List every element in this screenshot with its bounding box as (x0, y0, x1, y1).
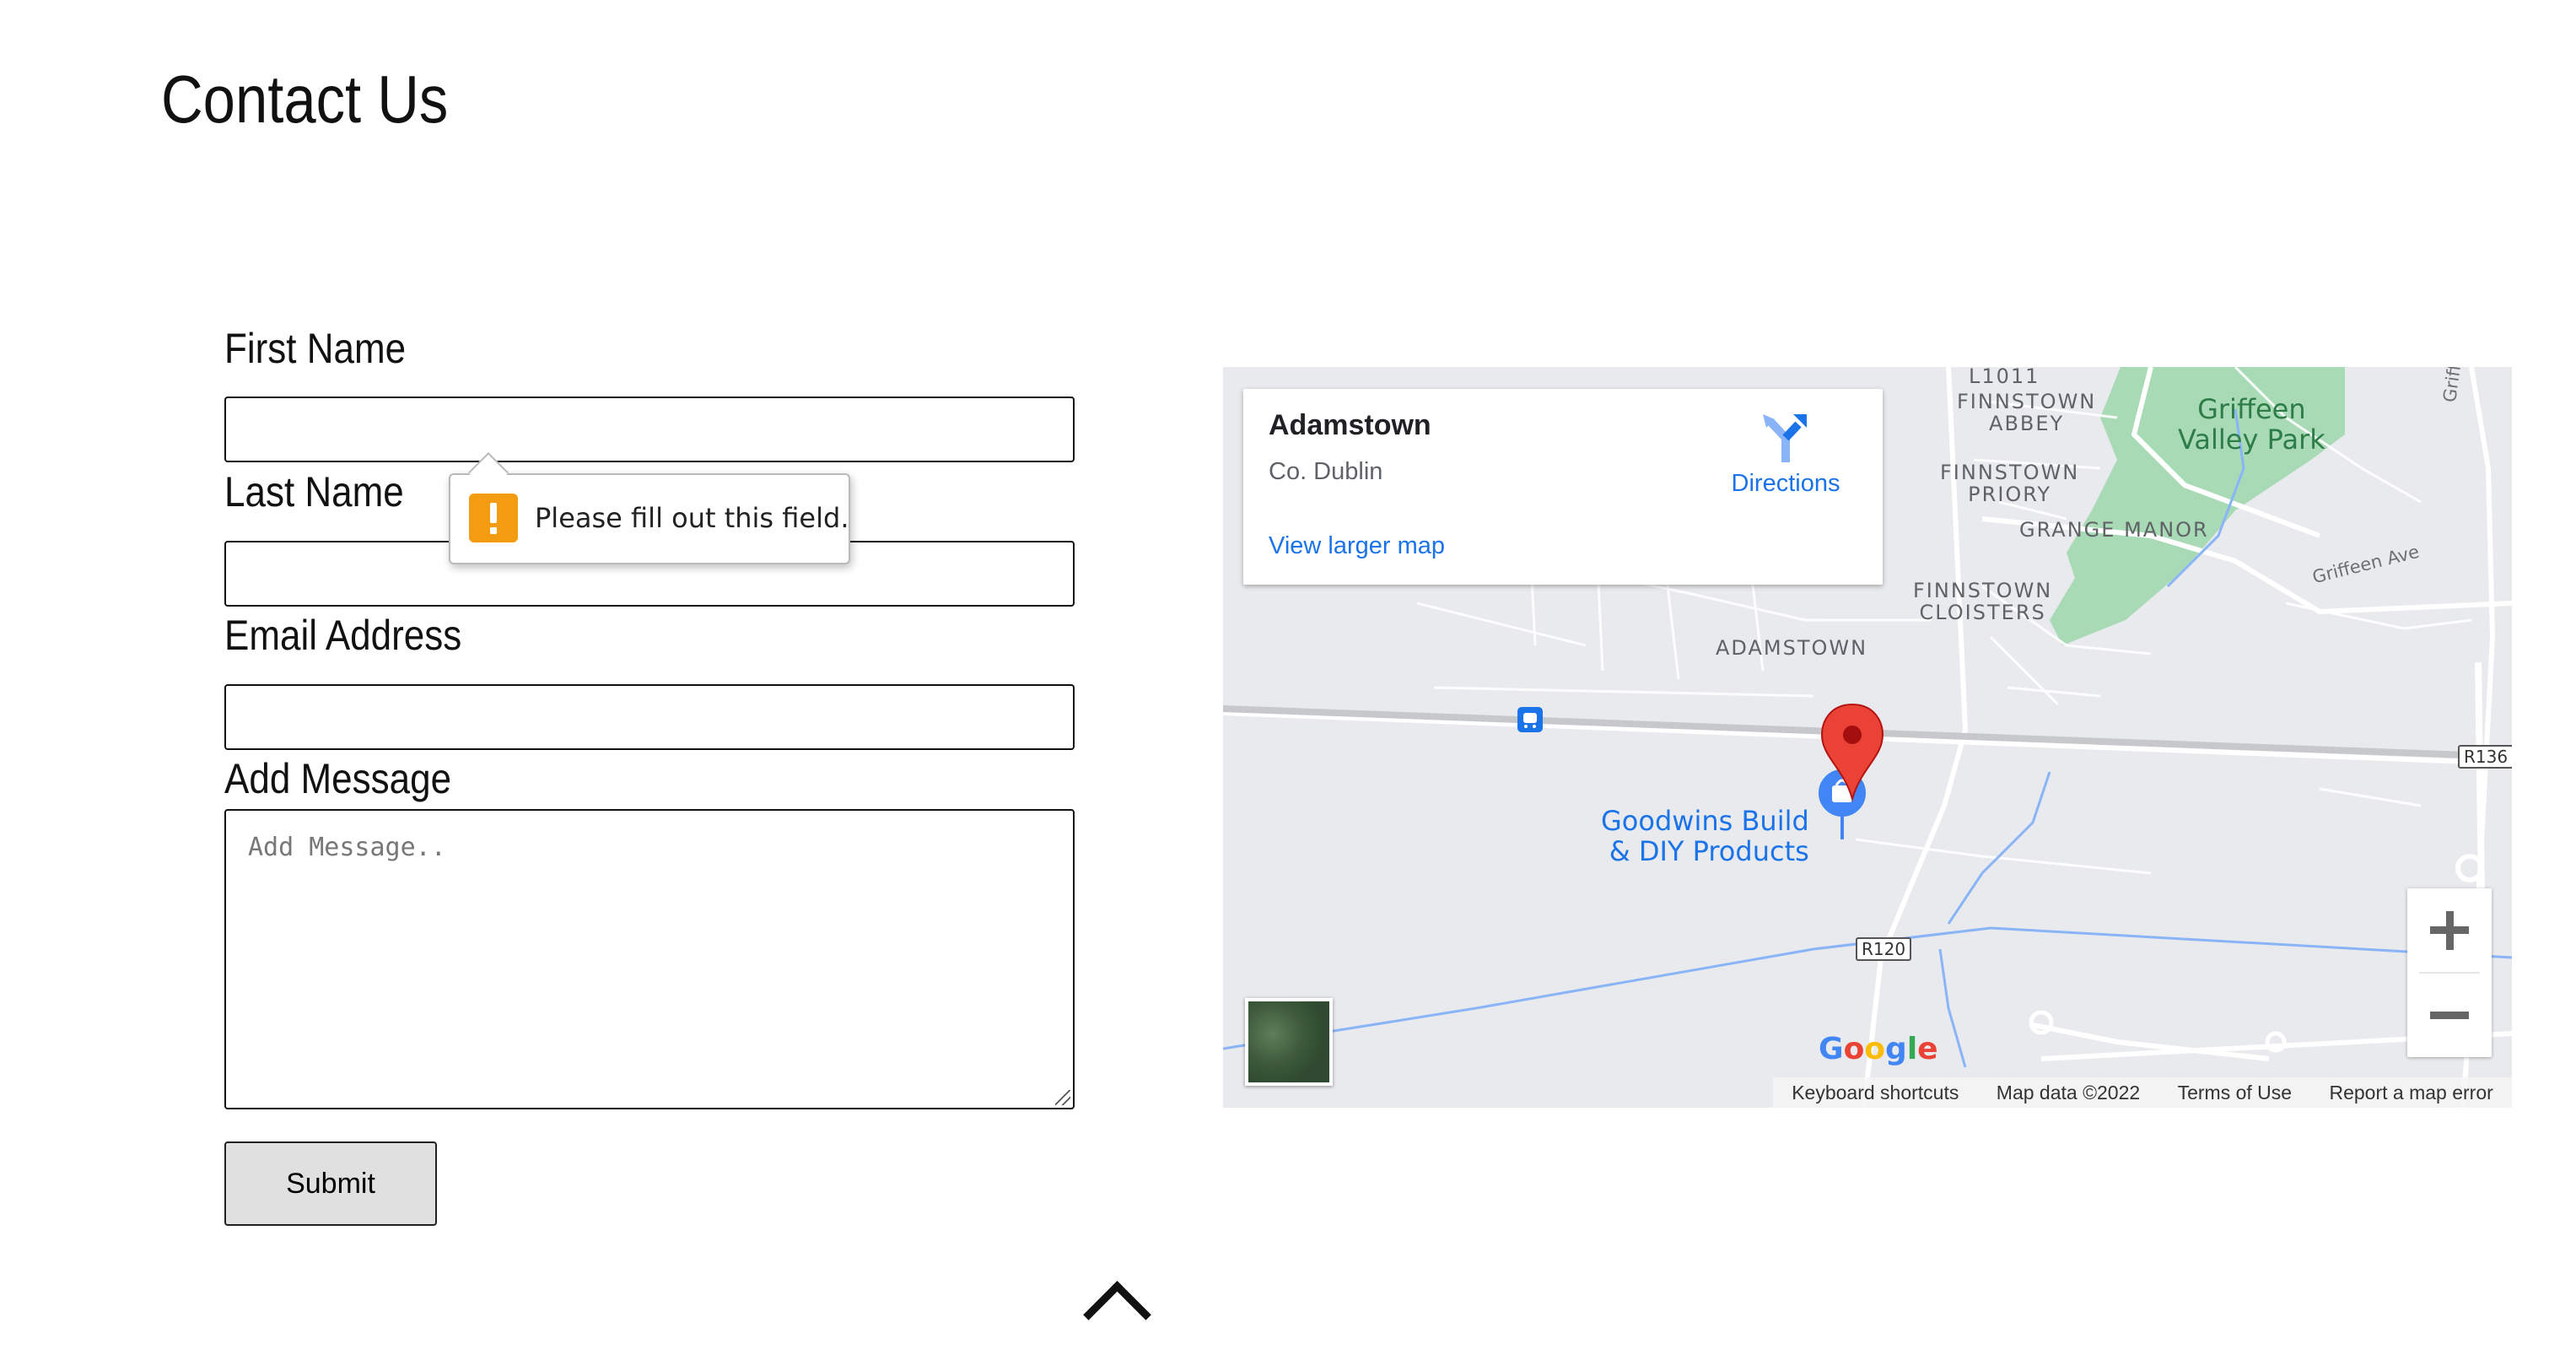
view-larger-map-link[interactable]: View larger map (1269, 532, 1445, 560)
map-area-label: FINNSTOWN CLOISTERS (1913, 579, 2053, 624)
submit-button[interactable]: Submit (224, 1141, 437, 1226)
google-logo: Google (1819, 1032, 1938, 1066)
last-name-label: Last Name (224, 468, 404, 515)
minus-icon (2430, 1012, 2469, 1019)
map-info-card: Adamstown Co. Dublin View larger map Dir… (1243, 389, 1883, 585)
directions-label: Directions (1731, 470, 1840, 497)
first-name-input[interactable] (224, 397, 1075, 462)
map-area-label: GRANGE MANOR (2019, 518, 2209, 542)
first-name-label: First Name (224, 325, 407, 372)
map-area-label: FINNSTOWN ABBEY (1957, 390, 2097, 435)
report-map-error-link[interactable]: Report a map error (2329, 1082, 2492, 1104)
warning-icon (469, 494, 518, 542)
place-subtitle: Co. Dublin (1269, 458, 1383, 485)
terms-of-use-link[interactable]: Terms of Use (2178, 1082, 2292, 1104)
tooltip-message: Please fill out this field. (535, 502, 849, 534)
embedded-map[interactable]: L1011 FINNSTOWN ABBEY FINNSTOWN PRIORY GRA… (1223, 367, 2512, 1108)
road-shield: R136 (2458, 745, 2512, 769)
road-shield: R120 (1856, 937, 1912, 961)
directions-icon (1763, 414, 1807, 462)
map-area-label: L1011 (1969, 367, 2040, 388)
message-label: Add Message (224, 755, 452, 802)
map-area-label: FINNSTOWN PRIORY (1940, 461, 2080, 506)
email-label: Email Address (224, 612, 462, 659)
train-station-icon[interactable] (1517, 707, 1543, 732)
email-input[interactable] (224, 684, 1075, 750)
zoom-out-button[interactable] (2407, 973, 2492, 1057)
message-textarea[interactable] (224, 809, 1075, 1109)
chevron-up-icon[interactable] (1083, 1281, 1151, 1349)
resize-grip-icon[interactable] (1055, 1090, 1070, 1105)
map-data-text: Map data ©2022 (1996, 1081, 2141, 1103)
place-title: Adamstown (1269, 409, 1431, 441)
park-label: Griffeen Valley Park (2178, 393, 2325, 456)
zoom-in-button[interactable] (2407, 888, 2492, 973)
poi-label[interactable]: Goodwins Build & DIY Products (1601, 806, 1809, 866)
keyboard-shortcuts-link[interactable]: Keyboard shortcuts (1792, 1082, 1959, 1104)
validation-tooltip: Please fill out this field. (449, 451, 850, 564)
zoom-controls (2407, 888, 2492, 1057)
satellite-toggle[interactable] (1245, 998, 1333, 1086)
map-area-label: ADAMSTOWN (1716, 636, 1868, 660)
map-attribution-bar: Keyboard shortcuts Map data ©2022 Terms … (1773, 1077, 2512, 1108)
page-title: Contact Us (161, 62, 449, 137)
directions-button[interactable]: Directions (1722, 411, 1849, 512)
